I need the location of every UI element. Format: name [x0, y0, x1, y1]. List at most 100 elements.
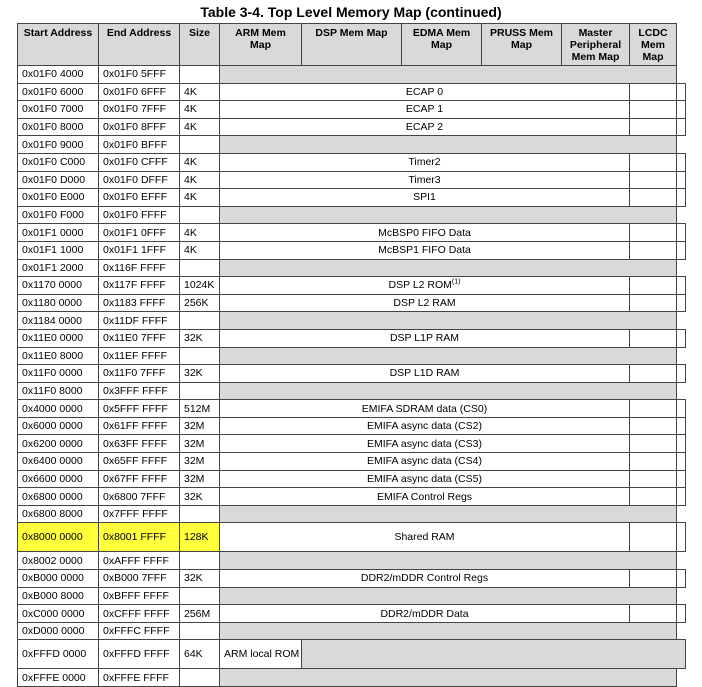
table-row: 0x6200 0000 0x63FF FFFF 32M EMIFA async dat…	[17, 434, 686, 454]
header-row: Start Address End Address Size ARM Mem M…	[17, 23, 686, 66]
reserved-cell	[301, 639, 686, 670]
master-peripheral-cell	[629, 117, 677, 137]
size-cell	[179, 135, 220, 154]
region-name: DSP L1P RAM	[389, 332, 460, 345]
size-cell: 32K	[179, 569, 220, 588]
size-cell: 32K	[179, 487, 220, 506]
start-address-cell: 0x01F0 D000	[17, 170, 99, 190]
memory-map-table: Start Address End Address Size ARM Mem M…	[17, 23, 686, 687]
header-pruss-mem-map: PRUSS Mem Map	[481, 23, 562, 66]
table-row: 0x01F1 0000 0x01F1 0FFF 4K McBSP0 FIFO Data	[17, 223, 686, 242]
size-cell: 32K	[179, 364, 220, 383]
end-address-cell: 0x01F0 BFFF	[98, 135, 180, 154]
size-cell	[179, 346, 220, 366]
region-name: ECAP 0	[405, 85, 444, 98]
start-address-cell: 0x6400 0000	[17, 452, 99, 471]
region-name: ECAP 1	[405, 103, 444, 116]
region-name: DSP L2 ROM	[388, 279, 452, 292]
start-address-cell: 0x01F0 E000	[17, 188, 99, 207]
reserved-cell	[219, 311, 677, 330]
end-address-cell: 0x1183 FFFF	[98, 293, 180, 313]
master-peripheral-cell	[629, 170, 677, 190]
lcdc-cell	[676, 469, 686, 489]
end-address-cell: 0x116F FFFF	[98, 258, 180, 278]
region-name: SPI1	[413, 191, 436, 204]
end-address-cell: 0x8001 FFFF	[98, 522, 180, 553]
reserved-cell	[219, 504, 677, 524]
reserved-cell	[219, 65, 677, 84]
size-cell: 1024K	[179, 276, 220, 295]
end-address-cell: 0x01F0 7FFF	[98, 100, 180, 119]
region-description-cell: DDR2/mDDR Data	[219, 604, 630, 623]
size-cell: 512M	[179, 399, 220, 418]
master-peripheral-cell	[629, 604, 677, 623]
size-cell: 32M	[179, 452, 220, 471]
size-cell	[179, 668, 220, 687]
size-cell: 4K	[179, 223, 220, 242]
table-row: 0xB000 0000 0xB000 7FFF 32K DDR2/mDDR Contr…	[17, 569, 686, 588]
region-name: DSP L1D RAM	[389, 367, 460, 380]
master-peripheral-cell	[629, 100, 677, 119]
reserved-cell	[219, 135, 677, 154]
table-row: 0x01F0 6000 0x01F0 6FFF 4K ECAP 0	[17, 82, 686, 102]
region-description-cell: EMIFA async data (CS2)	[219, 416, 630, 436]
end-address-cell: 0x5FFF FFFF	[98, 399, 180, 418]
reserved-cell	[219, 551, 677, 571]
master-peripheral-cell	[629, 223, 677, 242]
table-row: 0x01F0 E000 0x01F0 EFFF 4K SPI1	[17, 188, 686, 207]
start-address-cell: 0x01F0 6000	[17, 82, 99, 102]
master-peripheral-cell	[629, 152, 677, 172]
master-peripheral-cell	[629, 522, 677, 553]
start-address-cell: 0x01F0 8000	[17, 117, 99, 137]
end-address-cell: 0x117F FFFF	[98, 276, 180, 295]
table-row: 0xD000 0000 0xFFFC FFFF	[17, 621, 686, 641]
start-address-cell: 0x1184 0000	[17, 311, 99, 330]
master-peripheral-cell	[629, 399, 677, 418]
region-description-cell: SPI1	[219, 188, 630, 207]
table-row: 0x8002 0000 0xAFFF FFFF	[17, 551, 686, 571]
start-address-cell: 0xD000 0000	[17, 621, 99, 641]
size-cell: 256M	[179, 604, 220, 623]
table-row: 0x01F0 9000 0x01F0 BFFF	[17, 135, 686, 154]
region-description-cell: EMIFA async data (CS3)	[219, 434, 630, 454]
region-name: DDR2/mDDR Control Regs	[360, 572, 489, 585]
header-end-address: End Address	[98, 23, 180, 66]
table-row: 0x01F0 8000 0x01F0 8FFF 4K ECAP 2	[17, 117, 686, 137]
table-row: 0xFFFD 0000 0xFFFD FFFF 64K ARM local ROM	[17, 639, 686, 670]
start-address-cell: 0xB000 0000	[17, 569, 99, 588]
size-cell: 4K	[179, 82, 220, 102]
start-address-cell: 0x6800 0000	[17, 487, 99, 506]
size-cell: 4K	[179, 240, 220, 260]
lcdc-cell	[676, 82, 686, 102]
lcdc-cell	[676, 399, 686, 418]
size-cell	[179, 381, 220, 401]
header-dsp-mem-map: DSP Mem Map	[301, 23, 402, 66]
size-cell: 32K	[179, 328, 220, 348]
size-cell: 4K	[179, 100, 220, 119]
end-address-cell: 0x01F1 1FFF	[98, 240, 180, 260]
header-lcdc-mem-map: LCDC Mem Map	[629, 23, 677, 66]
size-cell: 4K	[179, 188, 220, 207]
size-cell	[179, 65, 220, 84]
lcdc-cell	[676, 276, 686, 295]
region-description-cell: EMIFA async data (CS5)	[219, 469, 630, 489]
end-address-cell: 0x01F0 DFFF	[98, 170, 180, 190]
end-address-cell: 0xFFFE FFFF	[98, 668, 180, 687]
region-description-cell: EMIFA async data (CS4)	[219, 452, 630, 471]
region-name: EMIFA SDRAM data (CS0)	[361, 402, 488, 415]
master-peripheral-cell	[629, 469, 677, 489]
region-name: DDR2/mDDR Data	[380, 607, 469, 620]
region-description-cell: EMIFA Control Regs	[219, 487, 630, 506]
size-cell: 32M	[179, 416, 220, 436]
region-name: EMIFA async data (CS5)	[367, 472, 482, 485]
start-address-cell: 0x11E0 8000	[17, 346, 99, 366]
master-peripheral-cell	[629, 276, 677, 295]
start-address-cell: 0x6000 0000	[17, 416, 99, 436]
region-description-cell: DSP L1P RAM	[219, 328, 630, 348]
table-title: Table 3-4. Top Level Memory Map (continu…	[200, 4, 502, 20]
table-row: 0x8000 0000 0x8001 FFFF 128K Shared RAM	[17, 522, 686, 553]
header-arm-mem-map: ARM Mem Map	[219, 23, 302, 66]
table-row: 0xFFFE 0000 0xFFFE FFFF	[17, 668, 686, 687]
end-address-cell: 0xFFFD FFFF	[98, 639, 180, 670]
lcdc-cell	[676, 364, 686, 383]
